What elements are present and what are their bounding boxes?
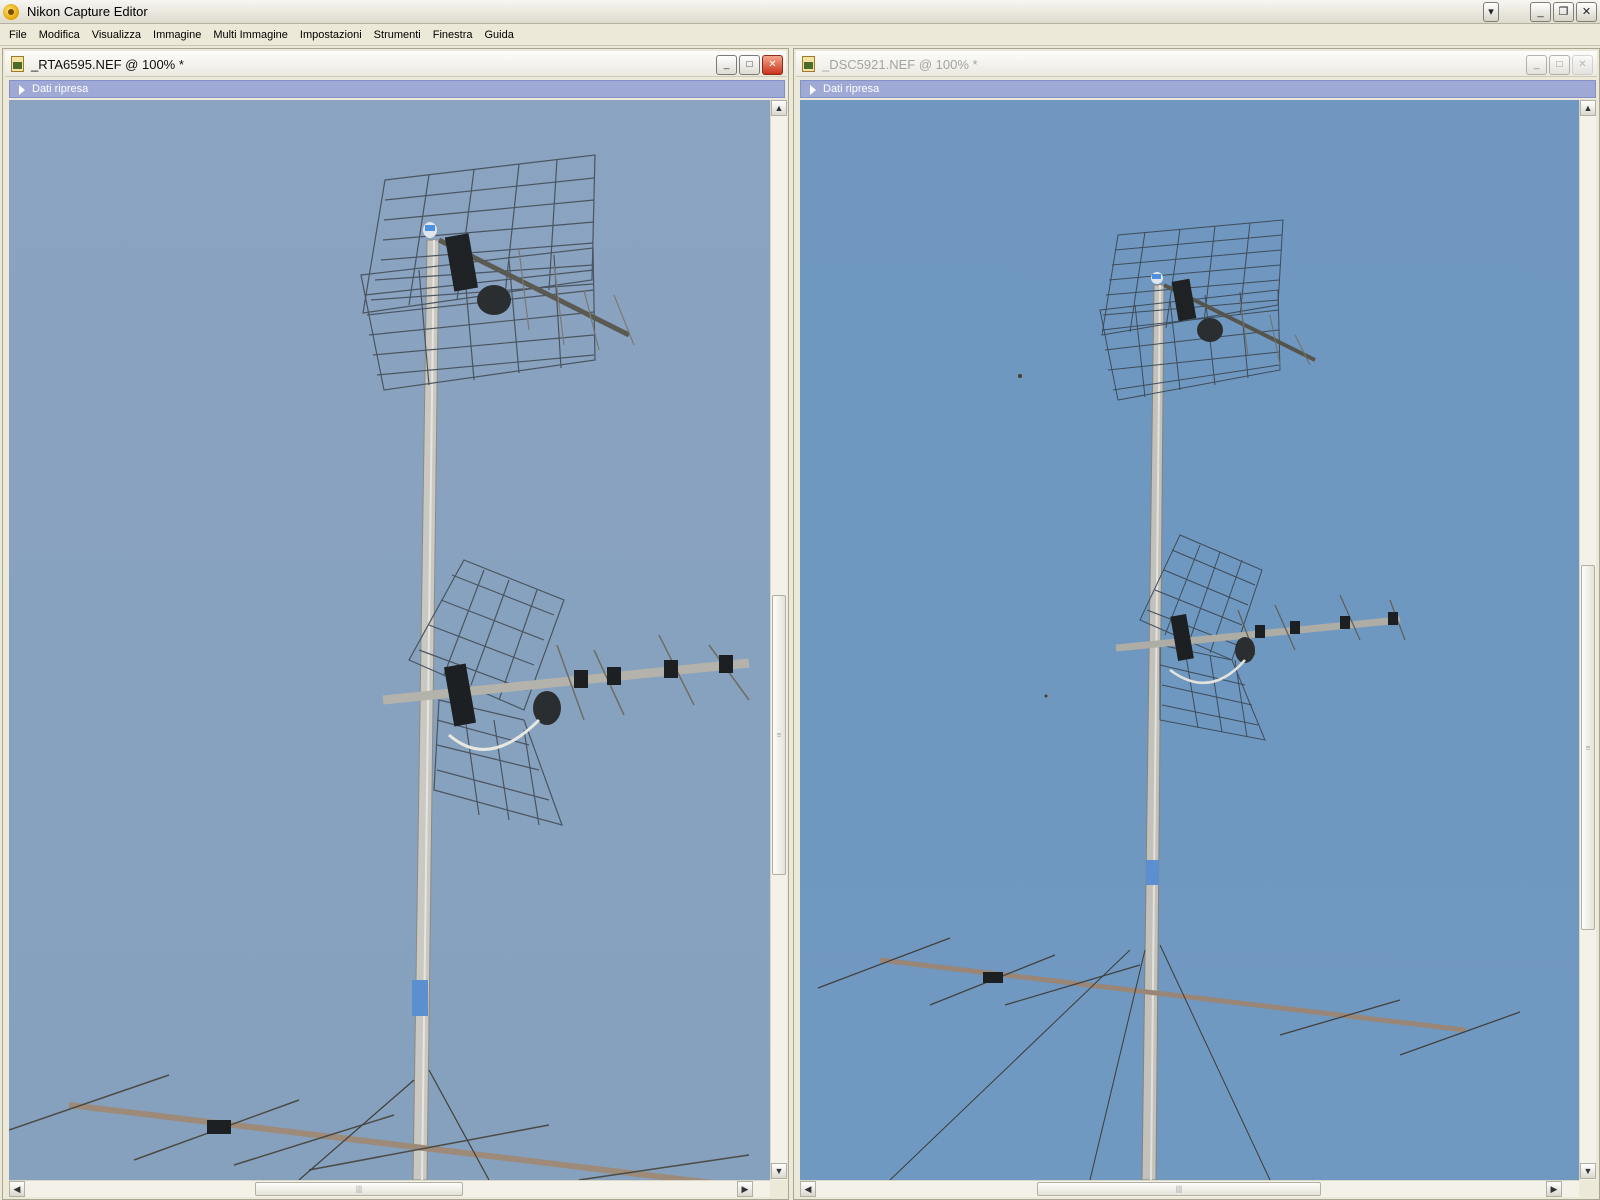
app-title: Nikon Capture Editor [27, 4, 148, 19]
horizontal-scrollbar-right[interactable]: ◀ ||| ▶ [800, 1180, 1579, 1197]
menu-impostazioni[interactable]: Impostazioni [294, 25, 368, 45]
horizontal-scroll-thumb-left[interactable]: ||| [255, 1182, 463, 1196]
doc-close-button-left[interactable]: ✕ [762, 55, 783, 75]
scroll-left-button-right[interactable]: ◀ [800, 1181, 816, 1197]
app-restore-button[interactable]: ❐ [1553, 2, 1574, 22]
document-title-right: _DSC5921.NEF @ 100% * [822, 57, 978, 72]
doc-maximize-button-right[interactable]: □ [1549, 55, 1570, 75]
expand-triangle-icon [810, 85, 816, 95]
grip-icon: ≡ [1585, 743, 1591, 752]
vertical-scroll-thumb-right[interactable]: ≡ [1581, 565, 1595, 930]
grip-icon: ||| [355, 1184, 363, 1194]
scroll-up-button-right[interactable]: ▲ [1580, 100, 1596, 116]
antenna-photo-left [9, 154, 750, 1180]
image-canvas-left[interactable] [9, 100, 770, 1180]
document-title-left: _RTA6595.NEF @ 100% * [31, 57, 184, 72]
grip-icon: ||| [1175, 1184, 1183, 1194]
window-menu-dropdown-button[interactable]: ▾ [1483, 2, 1499, 22]
doc-minimize-button-left[interactable]: _ [716, 55, 737, 75]
shooting-data-toggle-right[interactable]: Dati ripresa [800, 80, 1596, 98]
menu-finestra[interactable]: Finestra [427, 25, 479, 45]
scroll-right-button-left[interactable]: ▶ [737, 1181, 753, 1197]
doc-minimize-button-right[interactable]: _ [1526, 55, 1547, 75]
menu-guida[interactable]: Guida [479, 25, 520, 45]
nef-file-icon [802, 56, 815, 72]
menu-immagine[interactable]: Immagine [147, 25, 207, 45]
scroll-right-button-right[interactable]: ▶ [1546, 1181, 1562, 1197]
scroll-corner-right [1579, 1180, 1596, 1197]
menu-modifica[interactable]: Modifica [33, 25, 86, 45]
scroll-left-button-left[interactable]: ◀ [9, 1181, 25, 1197]
doc-close-button-right[interactable]: ✕ [1572, 55, 1593, 75]
expand-triangle-icon [19, 85, 25, 95]
document-window-right[interactable]: _DSC5921.NEF @ 100% * _ □ ✕ Dati ripresa [793, 48, 1600, 1200]
app-titlebar: Nikon Capture Editor ▾ _ ❐ ✕ [0, 0, 1600, 24]
shooting-data-label-left: Dati ripresa [32, 83, 89, 95]
menu-bar: File Modifica Visualizza Immagine Multi … [0, 24, 1600, 46]
shooting-data-label-right: Dati ripresa [823, 83, 880, 95]
nef-file-icon [11, 56, 24, 72]
document-titlebar-right[interactable]: _DSC5921.NEF @ 100% * _ □ ✕ [796, 51, 1597, 77]
scroll-down-button-right[interactable]: ▼ [1580, 1163, 1596, 1179]
vertical-scrollbar-left[interactable]: ▲ ≡ ▼ [770, 100, 787, 1180]
shooting-data-toggle-left[interactable]: Dati ripresa [9, 80, 785, 98]
grip-icon: ≡ [776, 730, 782, 740]
app-close-button[interactable]: ✕ [1576, 2, 1597, 22]
image-canvas-right[interactable] [800, 100, 1579, 1180]
scroll-up-button-left[interactable]: ▲ [771, 100, 787, 116]
vertical-scrollbar-right[interactable]: ▲ ≡ ▼ [1579, 100, 1596, 1180]
menu-visualizza[interactable]: Visualizza [86, 25, 147, 45]
scroll-down-button-left[interactable]: ▼ [771, 1163, 787, 1179]
app-minimize-button[interactable]: _ [1530, 2, 1551, 22]
menu-multi-immagine[interactable]: Multi Immagine [207, 25, 294, 45]
doc-maximize-button-left[interactable]: □ [739, 55, 760, 75]
horizontal-scroll-thumb-right[interactable]: ||| [1037, 1182, 1321, 1196]
nikon-capture-app-icon[interactable] [3, 4, 19, 20]
antenna-photo-right [817, 219, 1521, 1180]
menu-strumenti[interactable]: Strumenti [368, 25, 427, 45]
horizontal-scrollbar-left[interactable]: ◀ ||| ▶ [9, 1180, 770, 1197]
scroll-corner-left [770, 1180, 787, 1197]
document-titlebar-left[interactable]: _RTA6595.NEF @ 100% * _ □ ✕ [5, 51, 786, 77]
document-window-left[interactable]: _RTA6595.NEF @ 100% * _ □ ✕ Dati ripresa [2, 48, 789, 1200]
menu-file[interactable]: File [3, 25, 33, 45]
vertical-scroll-thumb-left[interactable]: ≡ [772, 595, 786, 875]
